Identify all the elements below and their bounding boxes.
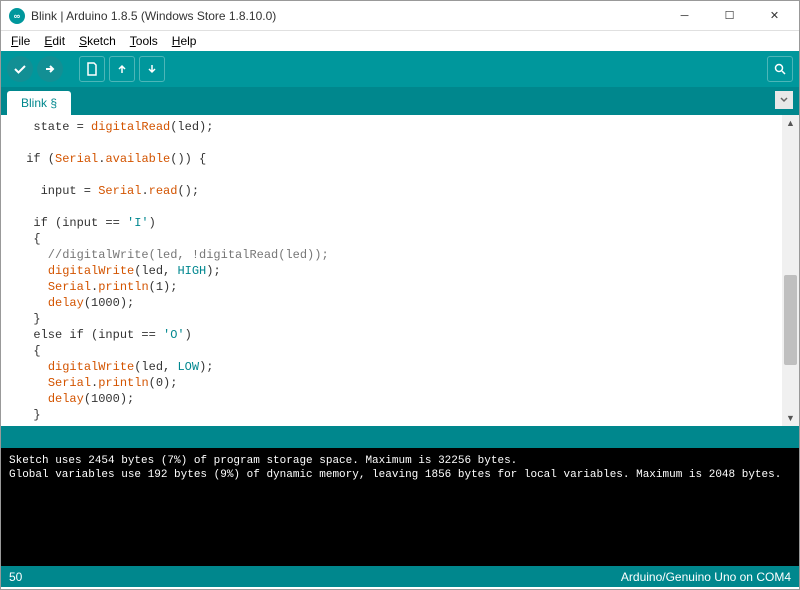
scroll-up-icon[interactable]: ▲ [782,115,799,131]
serial-monitor-icon [773,62,787,76]
menu-tools[interactable]: Tools [124,32,164,50]
app-icon: ∞ [9,8,25,24]
status-line-number: 50 [9,570,22,584]
tab-strip: Blink § [1,87,799,115]
output-console[interactable]: Sketch uses 2454 bytes (7%) of program s… [1,448,799,566]
code-editor[interactable]: state = digitalRead(led); if (Serial.ava… [1,115,782,426]
editor-area: state = digitalRead(led); if (Serial.ava… [1,115,799,426]
menu-help[interactable]: Help [166,32,203,50]
maximize-button[interactable]: ☐ [707,1,752,31]
minimize-button[interactable]: ─ [662,1,707,31]
scroll-down-icon[interactable]: ▼ [782,410,799,426]
title-bar: ∞ Blink | Arduino 1.8.5 (Windows Store 1… [1,1,799,31]
file-icon [85,62,99,76]
open-button[interactable] [109,56,135,82]
editor-scrollbar[interactable]: ▲ ▼ [782,115,799,426]
check-icon [13,62,27,76]
serial-monitor-button[interactable] [767,56,793,82]
new-button[interactable] [79,56,105,82]
scroll-thumb[interactable] [784,275,797,365]
status-board-port: Arduino/Genuino Uno on COM4 [621,570,791,584]
close-button[interactable]: ✕ [752,1,797,31]
chevron-down-icon [779,95,789,105]
arrow-up-icon [115,62,129,76]
toolbar [1,51,799,87]
verify-button[interactable] [7,56,33,82]
menu-bar: File Edit Sketch Tools Help [1,31,799,51]
console-header [1,430,799,448]
menu-edit[interactable]: Edit [38,32,71,50]
tab-blink[interactable]: Blink § [7,91,71,115]
upload-button[interactable] [37,56,63,82]
tab-menu-button[interactable] [775,91,793,109]
arrow-down-icon [145,62,159,76]
window-title: Blink | Arduino 1.8.5 (Windows Store 1.8… [31,9,662,23]
status-bar: 50 Arduino/Genuino Uno on COM4 [1,566,799,587]
console-line: Global variables use 192 bytes (9%) of d… [9,468,791,482]
menu-file[interactable]: File [5,32,36,50]
arrow-right-icon [43,62,57,76]
menu-sketch[interactable]: Sketch [73,32,122,50]
save-button[interactable] [139,56,165,82]
console-line: Sketch uses 2454 bytes (7%) of program s… [9,454,791,468]
